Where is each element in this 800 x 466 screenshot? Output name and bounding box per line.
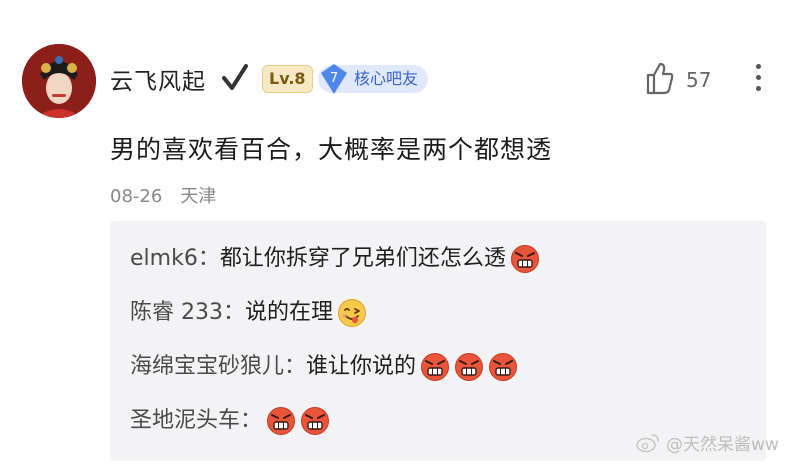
reply-username[interactable]: 圣地泥头车： [130,403,262,439]
reply-item[interactable]: 海绵宝宝砂狼儿： 谁让你说的 [130,349,518,385]
reply-username[interactable]: 海绵宝宝砂狼儿： [130,349,306,385]
avatar[interactable] [22,44,96,118]
angry-face-icon [266,406,296,436]
thumbs-up-icon[interactable] [646,61,674,95]
reply-text: 谁让你说的 [306,354,417,379]
reply-username[interactable]: elmk6： [130,241,220,277]
yummy-face-icon [337,298,367,328]
angry-face-icon [420,352,450,382]
reply-item[interactable]: elmk6： 都让你拆穿了兄弟们还怎么透 [130,241,540,277]
angry-face-icon [300,406,330,436]
diamond-level-icon: 7 [321,64,347,94]
more-options-icon[interactable] [756,64,762,96]
level-badge: Lv.8 [262,65,313,93]
reply-text: 都让你拆穿了兄弟们还怎么透 [219,246,506,271]
angry-face-icon [488,352,518,382]
reply-panel: elmk6： 都让你拆穿了兄弟们还怎么透 陈睿 233： 说的在理 海绵宝宝砂狼… [110,221,766,461]
angry-face-icon [510,244,540,274]
post-location: 天津 [180,186,217,207]
post-date: 08-26 [110,186,163,207]
reply-text: 说的在理 [245,300,334,325]
reply-item[interactable]: 圣地泥头车： [130,403,330,439]
watermark: @天然呆酱ww [636,430,779,455]
weibo-logo-icon [636,433,659,452]
username[interactable]: 云飞风起 [110,62,206,96]
reply-item[interactable]: 陈睿 233： 说的在理 [130,295,367,331]
post-meta: 08-26 天津 [110,182,216,208]
avatar-image [22,44,96,118]
like-count: 57 [686,68,712,92]
fan-badge-level: 7 [330,71,338,86]
watermark-text: @天然呆酱ww [666,435,779,455]
reply-username[interactable]: 陈睿 233： [130,295,245,331]
post-content: 男的喜欢看百合，大概率是两个都想透 [110,135,553,164]
checkmark-icon [222,64,248,90]
angry-face-icon [454,352,484,382]
fan-badge-label: 核心吧友 [354,69,419,88]
